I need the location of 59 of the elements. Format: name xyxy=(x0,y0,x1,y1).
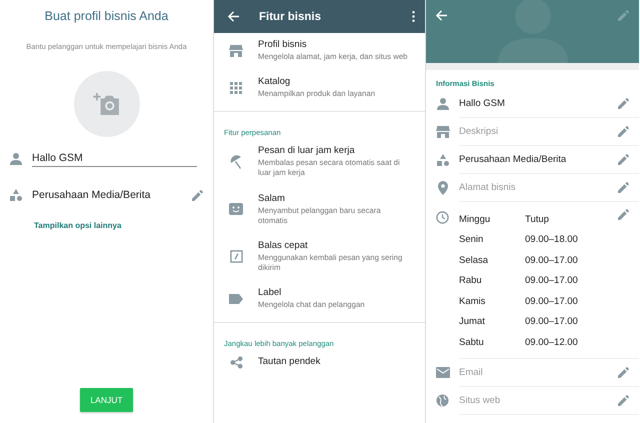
grid-icon xyxy=(230,82,242,94)
weekday: Minggu xyxy=(459,214,492,225)
field-value[interactable]: Hallo GSM xyxy=(459,98,505,109)
opening-hours: 09.00–17.00 xyxy=(525,254,578,266)
more-options-icon[interactable] xyxy=(412,11,415,22)
edit-pencil-icon[interactable] xyxy=(618,209,629,220)
feature-title: Balas cepat xyxy=(258,240,309,251)
feature-title: Tautan pendek xyxy=(258,356,320,368)
edit-pencil-icon[interactable] xyxy=(192,190,203,200)
clock-icon xyxy=(436,211,449,224)
opening-hours: 09.00–17.00 xyxy=(525,316,578,328)
location-pin-icon xyxy=(438,181,448,195)
edit-pencil-icon[interactable] xyxy=(618,154,629,165)
edit-pencil-icon[interactable] xyxy=(618,10,629,21)
shapes-icon xyxy=(436,154,448,166)
smile-card-icon xyxy=(229,203,243,216)
opening-hours: 09.00–18.00 xyxy=(525,234,578,246)
person-icon xyxy=(10,152,22,164)
opening-hours: 09.00–17.00 xyxy=(525,296,578,307)
opening-hours: 09.00–17.00 xyxy=(525,275,578,286)
umbrella-icon xyxy=(229,154,243,169)
store-icon xyxy=(436,126,450,138)
back-arrow-icon[interactable] xyxy=(228,11,239,22)
weekday: Selasa xyxy=(459,254,490,266)
app-bar-title: Fitur bisnis xyxy=(259,10,322,22)
feature-title: Katalog xyxy=(258,76,292,88)
weekday: Senin xyxy=(459,234,484,246)
edit-pencil-icon[interactable] xyxy=(618,394,629,406)
edit-pencil-icon[interactable] xyxy=(618,182,629,193)
business-name-field[interactable]: Hallo GSM xyxy=(32,150,197,167)
feature-item[interactable]: Tautan pendek xyxy=(214,350,425,382)
globe-icon xyxy=(436,394,449,407)
opening-hours: Tutup xyxy=(525,214,549,225)
feature-title: Pesan di luar jam kerja xyxy=(258,145,356,156)
label-icon xyxy=(229,294,243,304)
business-category: Perusahaan Media/Berita xyxy=(32,189,152,201)
feature-title: Profil bisnis xyxy=(258,39,308,50)
screen-title: Buat profil bisnis Anda xyxy=(44,9,168,23)
quick-reply-icon xyxy=(230,250,242,263)
more-options-link[interactable]: Tampilkan opsi lainnya xyxy=(34,221,122,230)
avatar-silhouette-icon xyxy=(498,0,568,63)
shapes-icon xyxy=(10,189,22,201)
person-icon xyxy=(436,98,448,110)
edit-pencil-icon[interactable] xyxy=(618,366,629,378)
weekday: Rabu xyxy=(459,275,483,286)
back-arrow-icon[interactable] xyxy=(436,10,447,21)
mail-icon xyxy=(436,367,450,378)
opening-hours: 09.00–12.00 xyxy=(525,336,578,348)
field-value[interactable]: Perusahaan Media/Berita xyxy=(459,154,566,165)
feature-title: Label xyxy=(258,287,282,298)
add-camera-icon xyxy=(92,93,120,115)
weekday: Sabtu xyxy=(459,336,485,348)
edit-pencil-icon[interactable] xyxy=(618,126,629,137)
edit-pencil-icon[interactable] xyxy=(618,98,629,109)
store-icon xyxy=(229,44,243,57)
share-icon xyxy=(230,356,242,370)
weekday: Kamis xyxy=(459,296,486,307)
feature-title: Salam xyxy=(258,192,286,204)
weekday: Jumat xyxy=(459,316,486,328)
